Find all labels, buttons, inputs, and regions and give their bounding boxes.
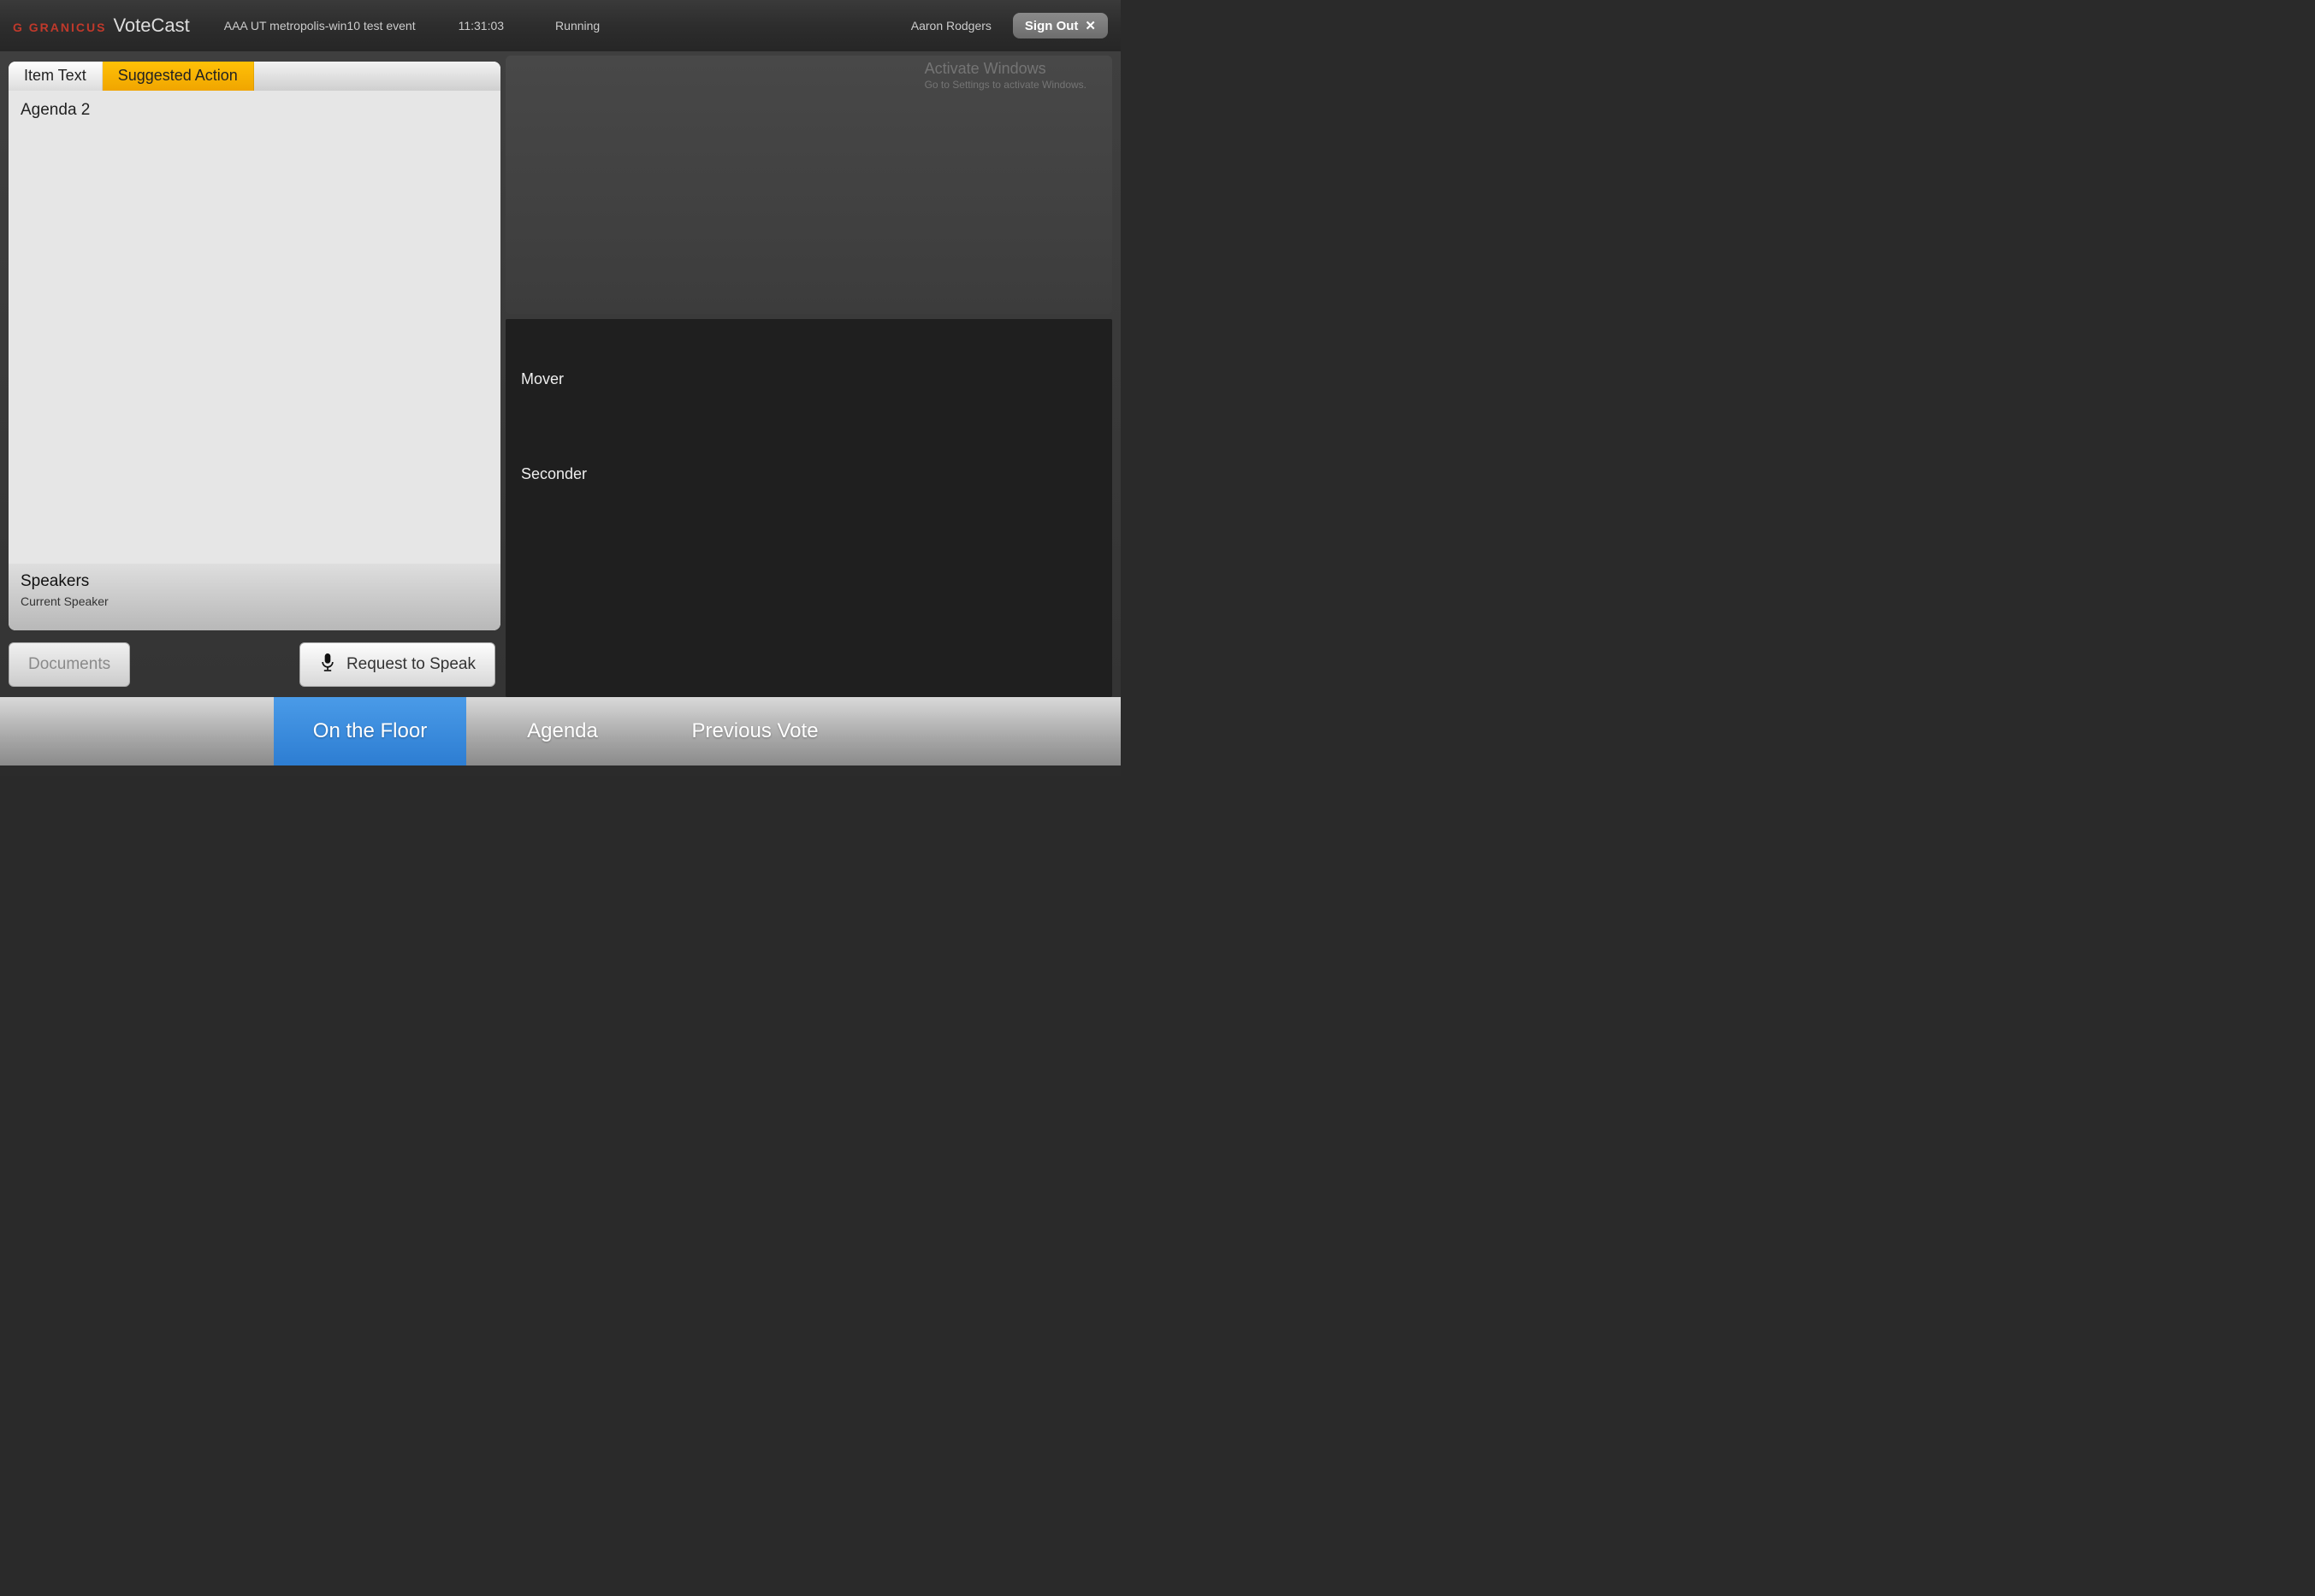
main-area: Item Text Suggested Action Agenda 2 Spea… xyxy=(0,51,1121,697)
sign-out-label: Sign Out xyxy=(1025,19,1079,33)
nav-previous-vote-label: Previous Vote xyxy=(691,719,818,743)
header-status: Running xyxy=(555,19,600,33)
close-icon: ✕ xyxy=(1085,18,1096,33)
item-body: Agenda 2 xyxy=(9,91,500,564)
brand-name: VoteCast xyxy=(113,15,189,37)
documents-button[interactable]: Documents xyxy=(9,642,130,687)
nav-on-the-floor-label: On the Floor xyxy=(313,719,427,743)
right-top-panel xyxy=(506,56,1112,314)
header-time: 11:31:03 xyxy=(459,19,504,33)
tabs-filler xyxy=(254,62,500,91)
watermark-line2: Go to Settings to activate Windows. xyxy=(925,79,1086,91)
nav-previous-vote[interactable]: Previous Vote xyxy=(659,697,851,765)
header-user: Aaron Rodgers xyxy=(911,19,992,33)
current-speaker-label: Current Speaker xyxy=(21,594,488,608)
request-to-speak-button[interactable]: Request to Speak xyxy=(299,642,495,687)
sign-out-button[interactable]: Sign Out ✕ xyxy=(1013,13,1108,38)
tab-suggested-action-label: Suggested Action xyxy=(118,67,238,84)
right-bottom-panel: Mover Seconder xyxy=(506,319,1112,697)
nav-agenda-label: Agenda xyxy=(527,719,598,743)
header-bar: G GRANICUS VoteCast AAA UT metropolis-wi… xyxy=(0,0,1121,51)
action-row: Documents Request to Speak xyxy=(9,642,500,687)
right-column: Mover Seconder xyxy=(500,51,1121,697)
microphone-icon xyxy=(319,652,336,677)
brand-logo-text: G GRANICUS xyxy=(13,21,106,34)
header-event: AAA UT metropolis-win10 test event xyxy=(224,19,416,33)
documents-label: Documents xyxy=(28,655,110,674)
item-card: Item Text Suggested Action Agenda 2 Spea… xyxy=(9,62,500,630)
tab-suggested-action[interactable]: Suggested Action xyxy=(103,62,254,91)
watermark-line1: Activate Windows xyxy=(925,60,1086,79)
tab-item-text-label: Item Text xyxy=(24,67,86,84)
brand: G GRANICUS VoteCast xyxy=(13,15,190,37)
left-column: Item Text Suggested Action Agenda 2 Spea… xyxy=(0,51,500,697)
bottom-nav: On the Floor Agenda Previous Vote xyxy=(0,697,1121,765)
seconder-label: Seconder xyxy=(521,465,1097,483)
item-tabs: Item Text Suggested Action xyxy=(9,62,500,91)
item-body-text: Agenda 2 xyxy=(21,101,90,119)
request-label: Request to Speak xyxy=(346,655,476,674)
mover-label: Mover xyxy=(521,370,1097,388)
app-window: G GRANICUS VoteCast AAA UT metropolis-wi… xyxy=(0,0,1121,776)
speakers-panel: Speakers Current Speaker xyxy=(9,564,500,630)
nav-on-the-floor[interactable]: On the Floor xyxy=(274,697,466,765)
windows-watermark: Activate Windows Go to Settings to activ… xyxy=(925,60,1086,91)
footer-strip xyxy=(0,765,1121,776)
speakers-title: Speakers xyxy=(21,572,488,591)
tab-item-text[interactable]: Item Text xyxy=(9,62,103,91)
nav-agenda[interactable]: Agenda xyxy=(466,697,659,765)
